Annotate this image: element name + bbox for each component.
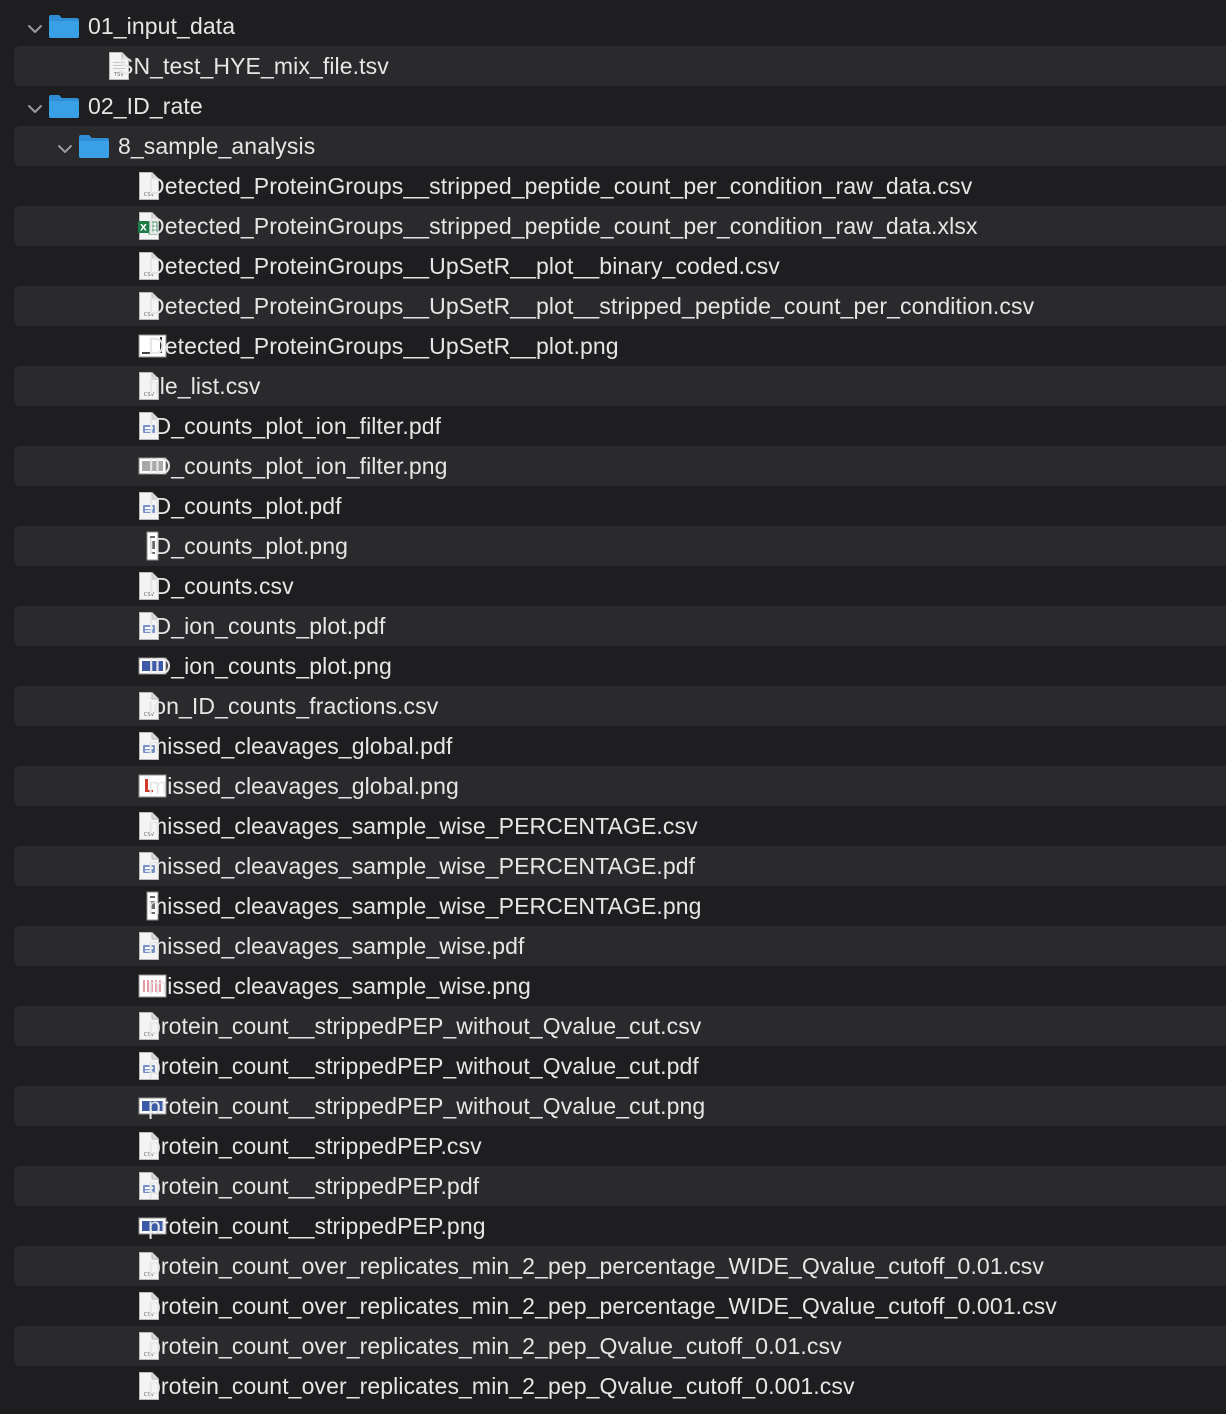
file-row[interactable]: CSV Detected_ProteinGroups__UpSetR__plot_… — [14, 286, 1226, 326]
file-name: Detected_ProteinGroups__stripped_peptide… — [148, 173, 973, 199]
folder-row[interactable]: 01_input_data — [14, 6, 1226, 46]
file-name: missed_cleavages_sample_wise.png — [148, 973, 531, 999]
file-row[interactable]: CSV Detected_ProteinGroups__stripped_pept… — [14, 166, 1226, 206]
file-row[interactable]: CSV ID_counts.csv — [14, 566, 1226, 606]
file-name: Detected_ProteinGroups__UpSetR__plot__st… — [148, 293, 1035, 319]
file-name: protein_count_over_replicates_min_2_pep_… — [148, 1373, 855, 1399]
file-name: ion_ID_counts_fractions.csv — [148, 693, 439, 719]
file-name: file_list.csv — [148, 373, 261, 399]
folder-name: 01_input_data — [88, 13, 236, 39]
file-name: missed_cleavages_global.pdf — [148, 733, 453, 759]
file-row[interactable]: X Detected_ProteinGroups__stripped_peptid… — [14, 206, 1226, 246]
file-row[interactable]: missed_cleavages_sample_wise.pdf — [14, 926, 1226, 966]
file-name: protein_count__strippedPEP_without_Qvalu… — [148, 1053, 699, 1079]
file-row[interactable]: missed_cleavages_sample_wise_PERCENTAGE.… — [14, 846, 1226, 886]
file-name: protein_count__strippedPEP.png — [148, 1213, 486, 1239]
file-row[interactable]: ID_counts_plot_ion_filter.pdf — [14, 406, 1226, 446]
file-row[interactable]: missed_cleavages_global.pdf — [14, 726, 1226, 766]
file-name: protein_count__strippedPEP_without_Qvalu… — [148, 1013, 702, 1039]
file-name: missed_cleavages_sample_wise_PERCENTAGE.… — [148, 893, 702, 919]
folder-icon — [48, 13, 80, 45]
folder-row[interactable]: 02_ID_rate — [14, 86, 1226, 126]
file-row[interactable]: protein_count__strippedPEP.png — [14, 1206, 1226, 1246]
file-row[interactable]: CSV Detected_ProteinGroups__UpSetR__plot_… — [14, 246, 1226, 286]
file-name: Detected_ProteinGroups__UpSetR__plot__bi… — [148, 253, 780, 279]
file-row[interactable]: protein_count__strippedPEP_without_Qvalu… — [14, 1046, 1226, 1086]
file-name: Detected_ProteinGroups__stripped_peptide… — [148, 213, 978, 239]
file-name: protein_count_over_replicates_min_2_pep_… — [148, 1253, 1045, 1279]
file-row[interactable]: TSV SN_test_HYE_mix_file.tsv — [14, 46, 1226, 86]
file-row[interactable]: ID_ion_counts_plot.png — [14, 646, 1226, 686]
file-name: ID_counts_plot.png — [148, 533, 348, 559]
file-name: ID_ion_counts_plot.png — [148, 653, 392, 679]
file-name: missed_cleavages_sample_wise.pdf — [148, 933, 525, 959]
chevron-down-icon[interactable] — [26, 17, 44, 35]
file-row[interactable]: Detected_ProteinGroups__UpSetR__plot.png — [14, 326, 1226, 366]
file-row[interactable]: ID_counts_plot.png — [14, 526, 1226, 566]
folder-name: 02_ID_rate — [88, 93, 203, 119]
xlsx-icon-text: X — [140, 224, 147, 234]
file-row[interactable]: CSV protein_count_over_replicates_min_2_p… — [14, 1246, 1226, 1286]
file-row[interactable]: missed_cleavages_sample_wise_PERCENTAGE.… — [14, 886, 1226, 926]
file-row[interactable]: ID_counts_plot.pdf — [14, 486, 1226, 526]
file-row[interactable]: CSV protein_count__strippedPEP_without_Qv… — [14, 1006, 1226, 1046]
file-name: ID_counts_plot_ion_filter.png — [148, 453, 448, 479]
file-row[interactable]: CSV protein_count_over_replicates_min_2_p… — [14, 1326, 1226, 1366]
file-row[interactable]: missed_cleavages_global.png — [14, 766, 1226, 806]
file-name: missed_cleavages_global.png — [148, 773, 459, 799]
file-name: missed_cleavages_sample_wise_PERCENTAGE.… — [148, 853, 696, 879]
file-row[interactable]: protein_count__strippedPEP_without_Qvalu… — [14, 1086, 1226, 1126]
file-name: protein_count__strippedPEP_without_Qvalu… — [148, 1093, 706, 1119]
file-row[interactable]: CSV ion_ID_counts_fractions.csv — [14, 686, 1226, 726]
chevron-down-icon[interactable] — [26, 97, 44, 115]
file-name: protein_count_over_replicates_min_2_pep_… — [148, 1333, 842, 1359]
folder-icon — [78, 133, 110, 165]
file-name: protein_count_over_replicates_min_2_pep_… — [148, 1293, 1057, 1319]
file-name: SN_test_HYE_mix_file.tsv — [118, 53, 389, 79]
file-name: missed_cleavages_sample_wise_PERCENTAGE.… — [148, 813, 698, 839]
folder-row[interactable]: 8_sample_analysis — [14, 126, 1226, 166]
folder-icon — [48, 93, 80, 125]
file-row[interactable]: missed_cleavages_sample_wise.png — [14, 966, 1226, 1006]
file-row[interactable]: CSV file_list.csv — [14, 366, 1226, 406]
file-row[interactable]: CSV protein_count_over_replicates_min_2_p… — [14, 1366, 1226, 1406]
file-name: protein_count__strippedPEP.pdf — [148, 1173, 480, 1199]
file-name: ID_counts.csv — [148, 573, 294, 599]
file-row[interactable]: ID_ion_counts_plot.pdf — [14, 606, 1226, 646]
file-tree: 01_input_data TSV SN_test_HYE_mix_file.tsv… — [0, 0, 1226, 1414]
file-name: ID_ion_counts_plot.pdf — [148, 613, 386, 639]
file-row[interactable]: CSV protein_count__strippedPEP.csv — [14, 1126, 1226, 1166]
file-name: ID_counts_plot.pdf — [148, 493, 342, 519]
file-row[interactable]: CSV missed_cleavages_sample_wise_PERCENTA… — [14, 806, 1226, 846]
file-row[interactable]: ID_counts_plot_ion_filter.png — [14, 446, 1226, 486]
file-name: protein_count__strippedPEP.csv — [148, 1133, 482, 1159]
file-name: ID_counts_plot_ion_filter.pdf — [148, 413, 442, 439]
file-row[interactable]: CSV protein_count_over_replicates_min_2_p… — [14, 1286, 1226, 1326]
folder-name: 8_sample_analysis — [118, 133, 316, 159]
chevron-down-icon[interactable] — [56, 137, 74, 155]
file-name: Detected_ProteinGroups__UpSetR__plot.png — [148, 333, 619, 359]
file-row[interactable]: protein_count__strippedPEP.pdf — [14, 1166, 1226, 1206]
